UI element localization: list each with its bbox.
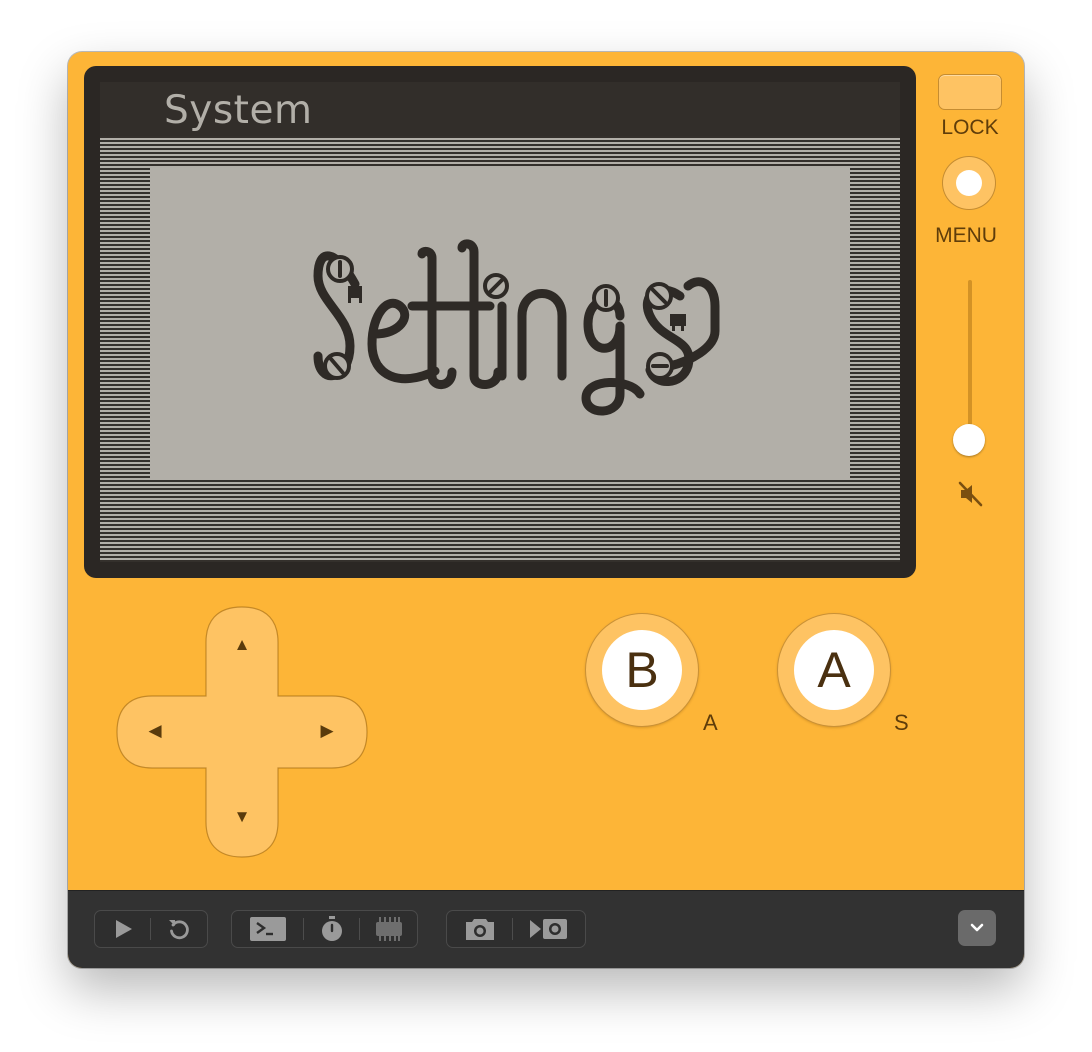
dpad-left-button[interactable]: ◀ (130, 706, 180, 756)
console-button[interactable] (232, 911, 303, 947)
chevron-down-icon (970, 923, 984, 932)
screen-title-bar: System (100, 82, 900, 136)
a-button-label: A (794, 630, 874, 710)
simulator-toolbar (68, 890, 1024, 968)
stopwatch-button[interactable] (304, 911, 359, 947)
a-button-key-hint: S (894, 710, 909, 735)
dpad-down-button[interactable]: ▼ (217, 792, 267, 842)
screen-title: System (164, 88, 313, 133)
menu-button-dot (956, 170, 982, 196)
playback-group (94, 910, 208, 948)
menu-label: MENU (935, 224, 997, 247)
debug-group (231, 910, 418, 948)
volume-slider-knob[interactable] (953, 424, 985, 456)
b-button[interactable]: B (585, 613, 699, 727)
b-button-label: B (602, 630, 682, 710)
menu-button[interactable] (942, 156, 996, 210)
lock-label: LOCK (941, 116, 999, 139)
screen-bezel: System (84, 66, 916, 578)
restart-button[interactable] (151, 911, 206, 947)
settings-card-art (313, 239, 720, 416)
simulator-window: System LOCK MENU ▲ ▼ ◀ ▶ B A A S (68, 52, 1024, 968)
settings-card[interactable] (150, 166, 850, 478)
device-screen[interactable]: System (100, 82, 900, 562)
play-button[interactable] (95, 911, 150, 947)
play-icon (115, 920, 132, 938)
console-icon (249, 917, 286, 941)
a-button[interactable]: A (777, 613, 891, 727)
b-button-key-hint: A (703, 710, 718, 735)
screenshot-button[interactable] (447, 911, 512, 947)
dpad-right-button[interactable]: ▶ (302, 706, 352, 756)
camera-icon (465, 919, 494, 940)
capture-group (446, 910, 586, 948)
restart-icon (168, 920, 189, 940)
dpad-up-button[interactable]: ▲ (217, 620, 267, 670)
record-video-icon (530, 919, 567, 939)
speaker-muted-icon[interactable] (956, 480, 984, 508)
volume-slider-track[interactable] (968, 280, 972, 440)
dpad[interactable]: ▲ ▼ ◀ ▶ (116, 606, 368, 858)
chip-icon (375, 917, 402, 941)
device-info-button[interactable] (360, 911, 417, 947)
record-video-button[interactable] (513, 911, 585, 947)
lock-button[interactable] (938, 74, 1002, 110)
options-dropdown-button[interactable] (958, 910, 996, 946)
stopwatch-icon (321, 916, 342, 941)
